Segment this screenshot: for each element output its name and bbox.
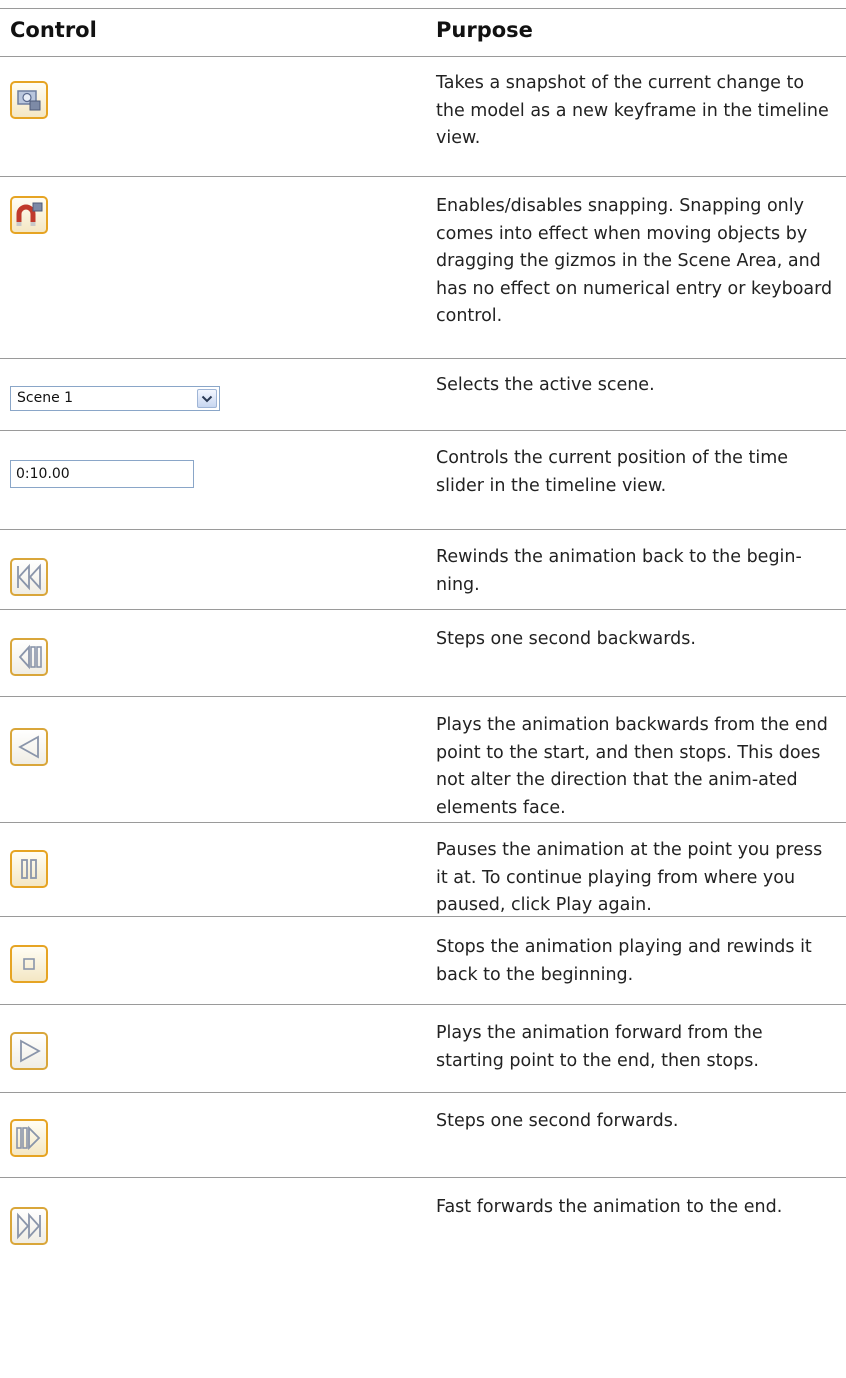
rewind-icon [17,563,41,591]
fast-forward-icon [17,1212,41,1240]
purpose-text: Steps one second forwards. [436,1111,679,1131]
row-divider [0,430,846,431]
row-divider [0,609,846,610]
step-forward-button[interactable] [10,1119,48,1157]
stop-icon [23,958,35,970]
stop-button[interactable] [10,945,48,983]
play-button[interactable] [10,1032,48,1070]
header-control: Control [10,18,97,42]
purpose-text: Pauses the animation at the point you pr… [436,840,823,915]
step-forward-icon [16,1125,41,1151]
header-purpose: Purpose [436,18,533,42]
snapping-toggle-button[interactable] [10,196,48,234]
purpose-text: Fast forwards the animation to the end. [436,1197,783,1217]
purpose-text: Plays the animation backwards from the e… [436,715,828,818]
row-divider [0,822,846,823]
chevron-down-icon[interactable] [197,389,217,408]
time-position-field[interactable] [10,460,194,488]
purpose-text: Rewinds the animation back to the begin-… [436,547,802,595]
scene-select[interactable]: Scene 1 [10,386,220,411]
pause-icon [21,859,37,879]
purpose-text: Steps one second backwards. [436,629,696,649]
header-rule [0,56,846,57]
step-back-icon [18,644,42,670]
purpose-text: Plays the animation forward from the sta… [436,1023,763,1071]
purpose-text: Selects the active scene. [436,375,655,395]
purpose-text: Takes a snapshot of the current change t… [436,73,829,148]
row-divider [0,1004,846,1005]
pause-button[interactable] [10,850,48,888]
snapshot-keyframe-icon [17,90,41,111]
row-divider [0,529,846,530]
row-divider [0,1092,846,1093]
purpose-text: Controls the current position of the tim… [436,448,789,496]
scene-select-value: Scene 1 [17,390,74,406]
fast-forward-button[interactable] [10,1207,48,1245]
rewind-button[interactable] [10,558,48,596]
play-icon [20,1039,41,1063]
table-top-rule [0,8,846,9]
time-position-input[interactable] [16,466,186,482]
row-divider [0,916,846,917]
row-divider [0,696,846,697]
row-divider [0,1177,846,1178]
step-back-button[interactable] [10,638,48,676]
play-backwards-icon [18,735,39,759]
row-divider [0,358,846,359]
row-divider [0,176,846,177]
play-backwards-button[interactable] [10,728,48,766]
snapshot-button[interactable] [10,81,48,119]
snapping-magnet-icon [16,202,43,226]
purpose-text: Stops the animation playing and rewinds … [436,937,812,985]
purpose-text: Enables/disables snapping. Snapping only… [436,196,833,326]
